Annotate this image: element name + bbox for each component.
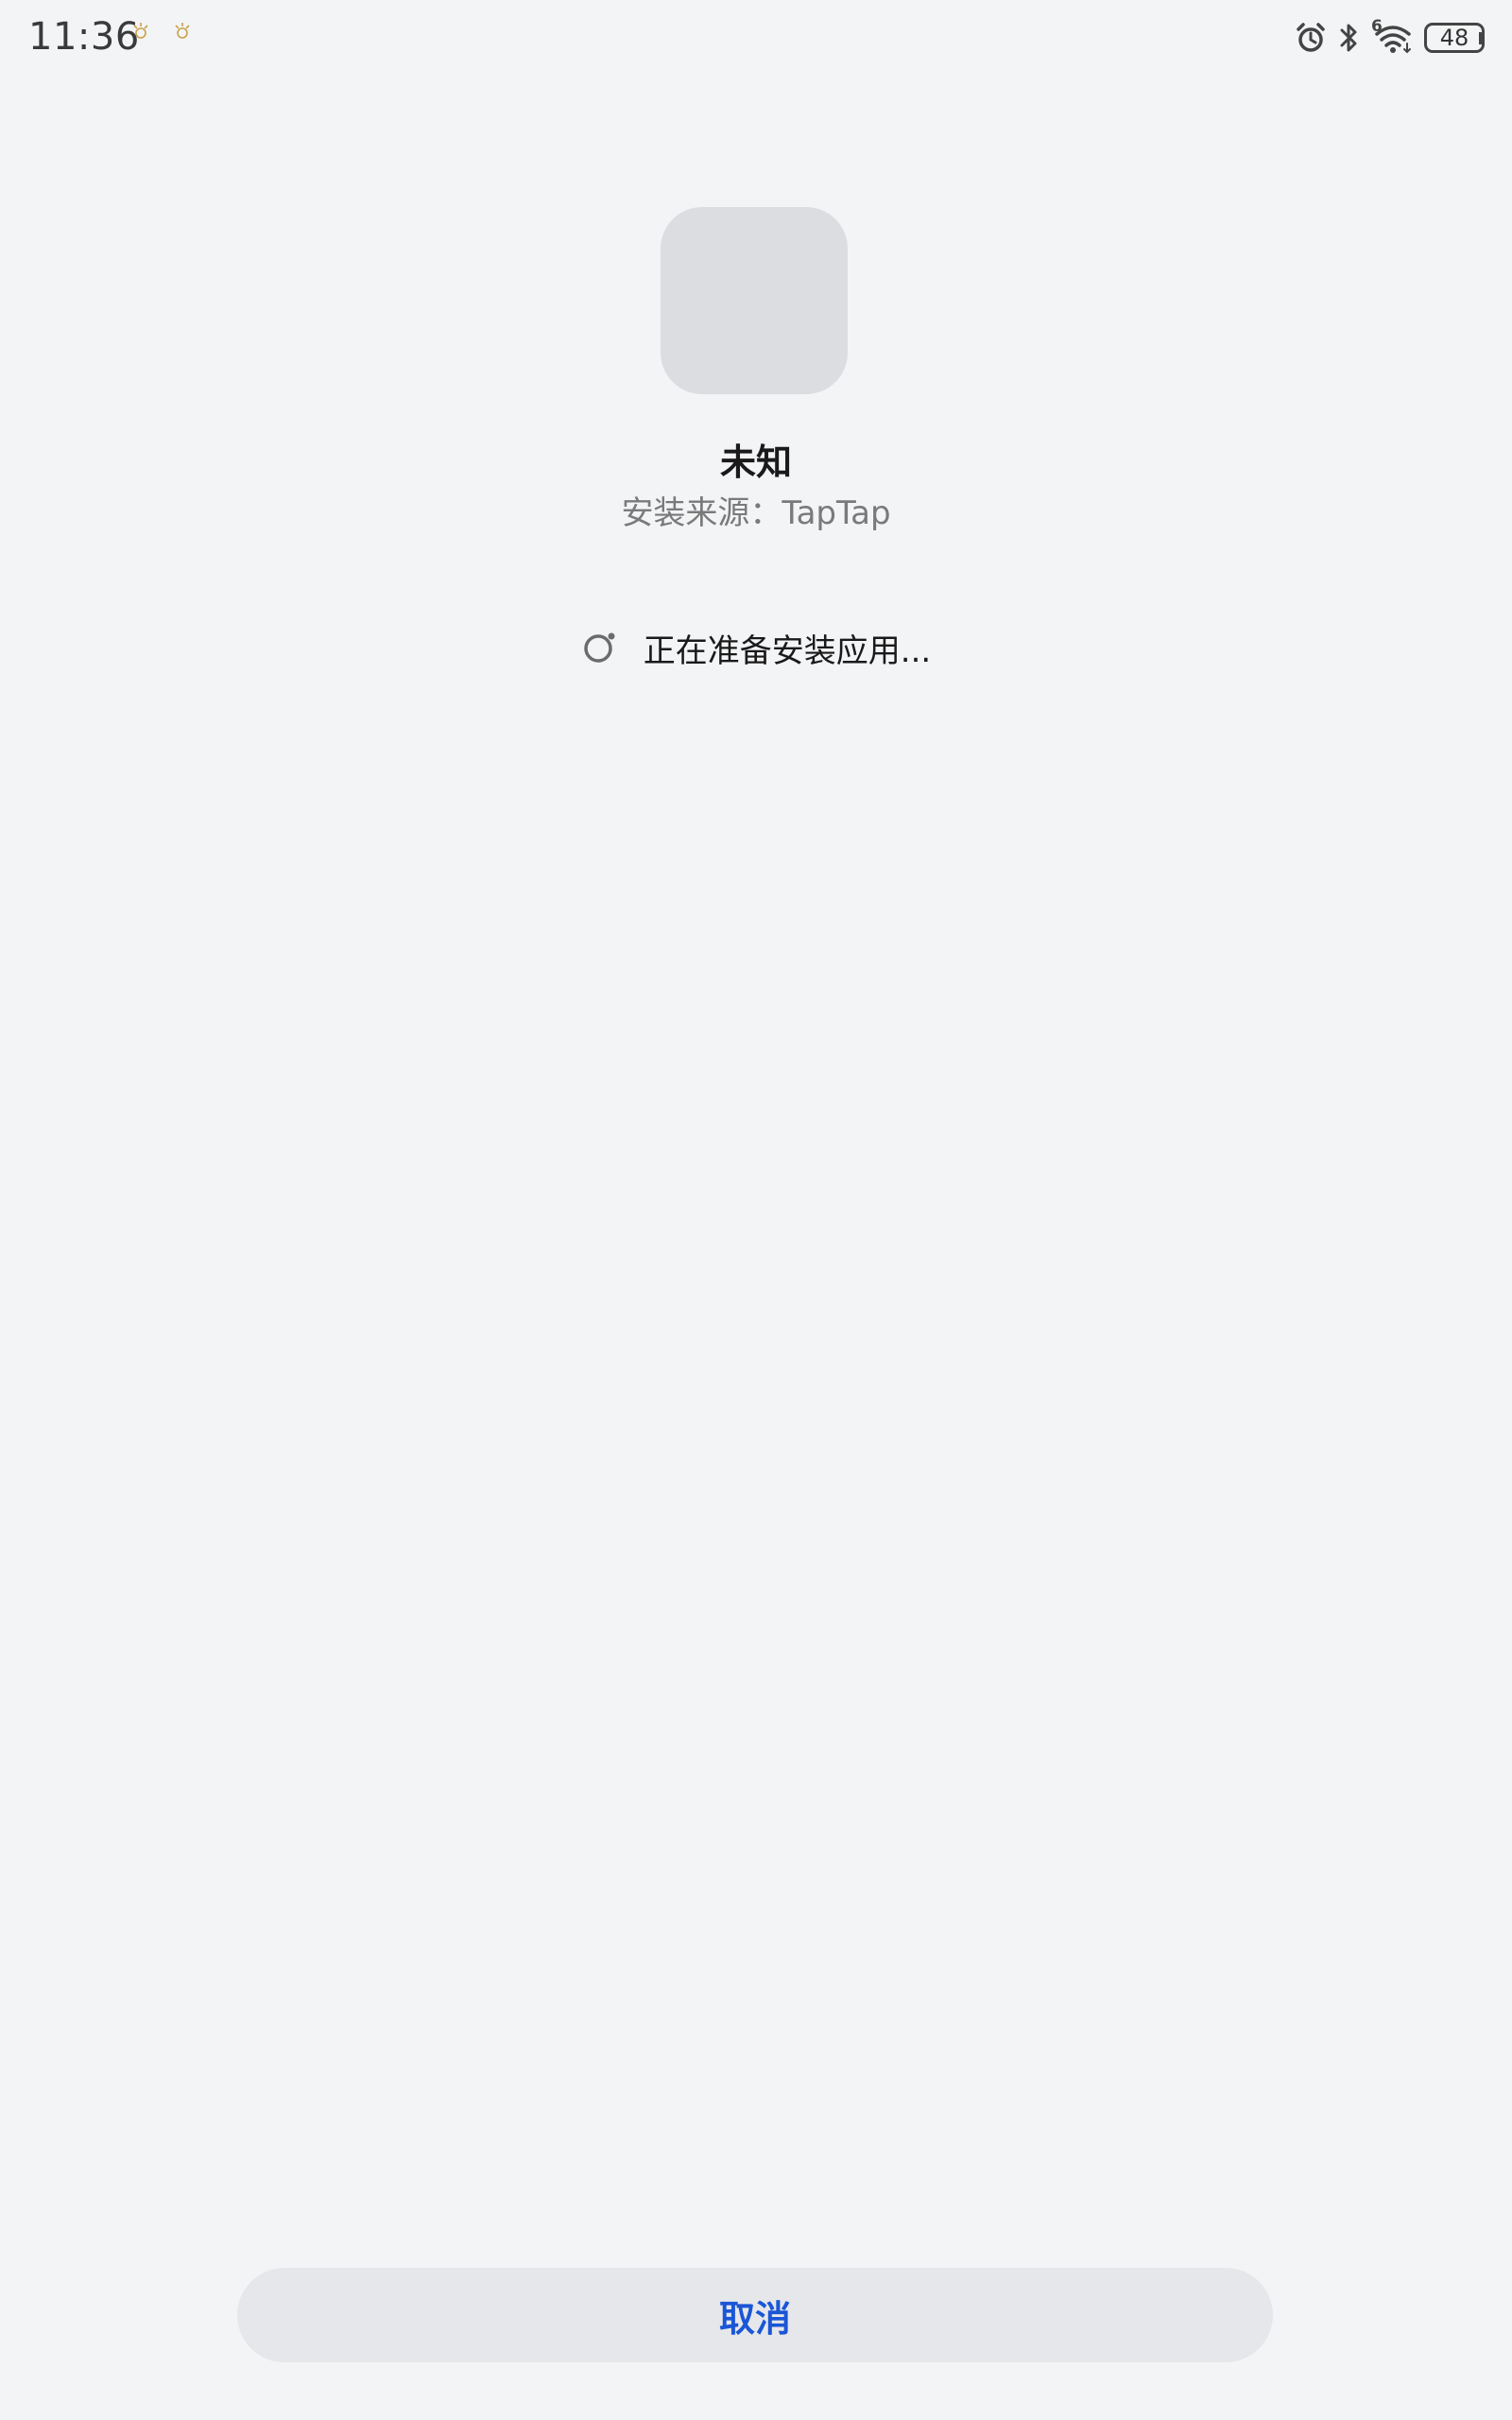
install-source: 安装来源：TapTap xyxy=(621,494,891,532)
status-icons: 6 48 xyxy=(1294,17,1485,59)
notification-icon xyxy=(133,23,148,39)
bluetooth-icon xyxy=(1340,24,1357,52)
wifi-icon xyxy=(1375,26,1411,54)
status-bar: 11:36 6 48 xyxy=(0,0,1512,76)
battery-icon: 48 xyxy=(1424,23,1485,53)
cancel-button[interactable]: 取消 xyxy=(237,2268,1273,2362)
wifi-indicator: 6 xyxy=(1371,17,1415,55)
notification-icon xyxy=(175,23,190,39)
battery-level: 48 xyxy=(1424,23,1485,53)
loading-spinner-icon xyxy=(584,632,615,663)
progress-text: 正在准备安装应用... xyxy=(643,631,932,670)
alarm-icon xyxy=(1297,23,1325,52)
app-name: 未知 xyxy=(719,441,792,483)
app-icon-placeholder xyxy=(661,207,848,394)
status-time: 11:36 xyxy=(28,15,140,59)
install-progress: 正在准备安装应用... xyxy=(0,619,1512,676)
